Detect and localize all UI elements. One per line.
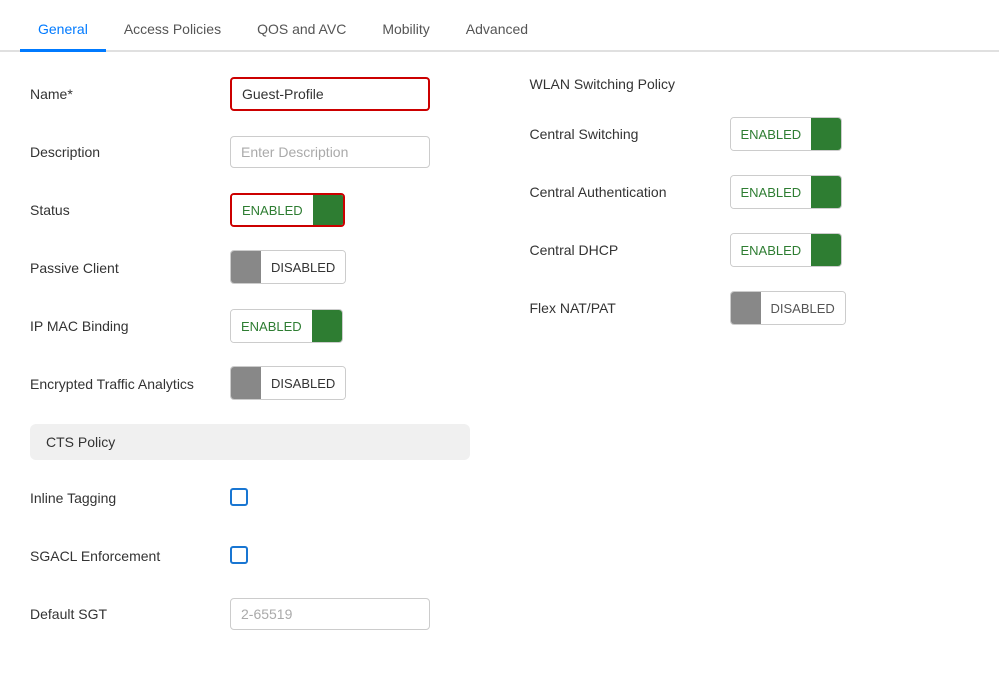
main-content: Name* Description Status ENABLED Pa <box>0 52 999 678</box>
name-row: Name* <box>30 76 470 112</box>
inline-tagging-row: Inline Tagging <box>30 480 470 516</box>
central-dhcp-toggle-label: ENABLED <box>731 234 812 266</box>
tab-mobility[interactable]: Mobility <box>364 9 447 52</box>
central-dhcp-control: ENABLED <box>730 233 843 267</box>
inline-tagging-label: Inline Tagging <box>30 490 230 506</box>
default-sgt-label: Default SGT <box>30 606 230 622</box>
description-control <box>230 136 470 168</box>
description-input[interactable] <box>230 136 430 168</box>
central-switching-toggle[interactable]: ENABLED <box>730 117 843 151</box>
passive-client-label: Passive Client <box>30 260 230 276</box>
inline-tagging-control <box>230 488 470 509</box>
central-dhcp-row: Central DHCP ENABLED <box>530 232 970 268</box>
ip-mac-control: ENABLED <box>230 309 470 343</box>
status-label: Status <box>30 202 230 218</box>
name-control <box>230 77 470 111</box>
encrypted-traffic-control: DISABLED <box>230 366 470 402</box>
central-authentication-control: ENABLED <box>730 175 843 209</box>
flex-nat-pat-toggle-indicator <box>731 292 761 324</box>
passive-client-toggle[interactable]: DISABLED <box>230 250 346 284</box>
tab-advanced[interactable]: Advanced <box>448 9 546 52</box>
central-authentication-toggle-indicator <box>811 176 841 208</box>
default-sgt-input[interactable] <box>230 598 430 630</box>
central-authentication-toggle[interactable]: ENABLED <box>730 175 843 209</box>
flex-nat-pat-toggle[interactable]: DISABLED <box>730 291 846 325</box>
central-dhcp-toggle[interactable]: ENABLED <box>730 233 843 267</box>
name-label: Name* <box>30 86 230 102</box>
wlan-switching-policy-title: WLAN Switching Policy <box>530 76 970 96</box>
sgacl-enforcement-row: SGACL Enforcement <box>30 538 470 574</box>
central-dhcp-label: Central DHCP <box>530 242 730 258</box>
ip-mac-toggle-indicator <box>312 310 342 342</box>
default-sgt-row: Default SGT <box>30 596 470 632</box>
central-switching-row: Central Switching ENABLED <box>530 116 970 152</box>
status-control: ENABLED <box>230 193 470 227</box>
left-column: Name* Description Status ENABLED Pa <box>30 76 470 654</box>
ip-mac-row: IP MAC Binding ENABLED <box>30 308 470 344</box>
passive-client-row: Passive Client DISABLED <box>30 250 470 286</box>
central-switching-toggle-indicator <box>811 118 841 150</box>
encrypted-traffic-toggle[interactable]: DISABLED <box>230 366 346 400</box>
tab-general[interactable]: General <box>20 9 106 52</box>
central-switching-toggle-label: ENABLED <box>731 118 812 150</box>
default-sgt-control <box>230 598 470 630</box>
cts-policy-section-header: CTS Policy <box>30 424 470 460</box>
right-column: WLAN Switching Policy Central Switching … <box>530 76 970 654</box>
ip-mac-toggle-label: ENABLED <box>231 310 312 342</box>
tab-qos-avc[interactable]: QOS and AVC <box>239 9 364 52</box>
central-switching-label: Central Switching <box>530 126 730 142</box>
status-row: Status ENABLED <box>30 192 470 228</box>
inline-tagging-checkbox[interactable] <box>230 488 248 506</box>
sgacl-enforcement-checkbox[interactable] <box>230 546 248 564</box>
central-authentication-toggle-label: ENABLED <box>731 176 812 208</box>
passive-client-toggle-indicator <box>231 251 261 283</box>
encrypted-traffic-toggle-indicator <box>231 367 261 399</box>
flex-nat-pat-label: Flex NAT/PAT <box>530 300 730 316</box>
flex-nat-pat-toggle-label: DISABLED <box>761 292 845 324</box>
flex-nat-pat-row: Flex NAT/PAT DISABLED <box>530 290 970 326</box>
name-input[interactable] <box>230 77 430 111</box>
sgacl-enforcement-control <box>230 546 470 567</box>
description-label: Description <box>30 144 230 160</box>
central-dhcp-toggle-indicator <box>811 234 841 266</box>
passive-client-toggle-label: DISABLED <box>261 251 345 283</box>
ip-mac-label: IP MAC Binding <box>30 318 230 334</box>
passive-client-control: DISABLED <box>230 250 470 286</box>
tab-bar: General Access Policies QOS and AVC Mobi… <box>0 0 999 52</box>
encrypted-traffic-row: Encrypted Traffic Analytics DISABLED <box>30 366 470 402</box>
encrypted-traffic-toggle-label: DISABLED <box>261 367 345 399</box>
description-row: Description <box>30 134 470 170</box>
ip-mac-toggle[interactable]: ENABLED <box>230 309 343 343</box>
central-authentication-row: Central Authentication ENABLED <box>530 174 970 210</box>
central-switching-control: ENABLED <box>730 117 843 151</box>
sgacl-enforcement-label: SGACL Enforcement <box>30 548 230 564</box>
central-authentication-label: Central Authentication <box>530 184 730 200</box>
tab-access-policies[interactable]: Access Policies <box>106 9 239 52</box>
status-toggle[interactable]: ENABLED <box>230 193 345 227</box>
status-toggle-label: ENABLED <box>232 195 313 225</box>
flex-nat-pat-control: DISABLED <box>730 291 846 325</box>
encrypted-traffic-label: Encrypted Traffic Analytics <box>30 376 230 392</box>
status-toggle-indicator <box>313 195 343 225</box>
